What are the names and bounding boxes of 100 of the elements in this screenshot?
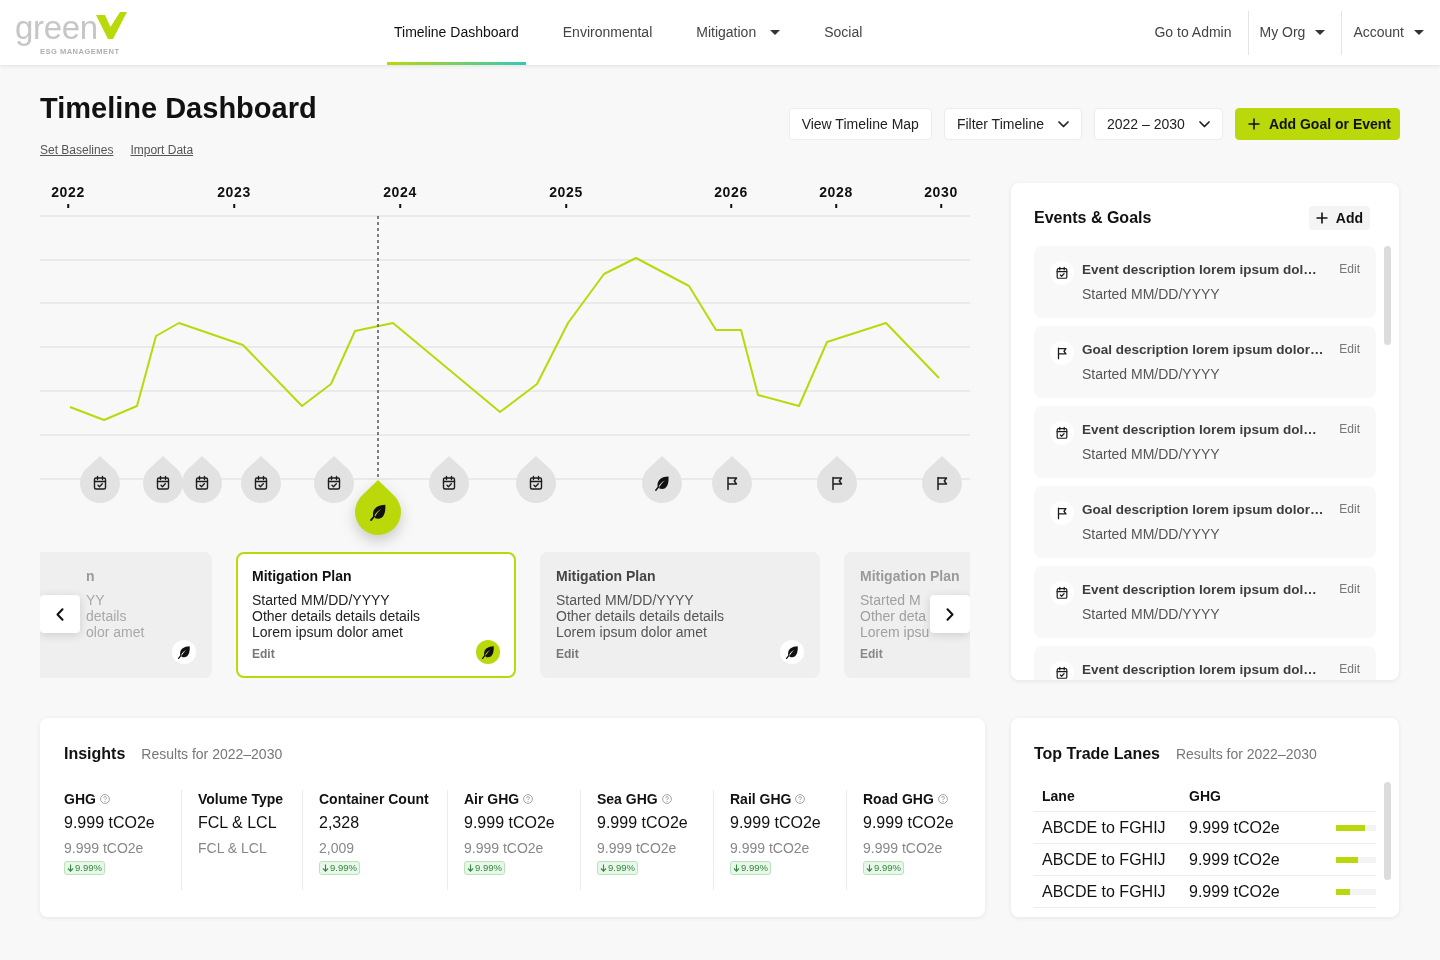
metric-value: 2,328	[319, 813, 361, 833]
nav-tab[interactable]: Social	[817, 0, 870, 65]
list-item-card[interactable]: Goal description lorem ipsum dolor… Started MM/DD/YYYY Edit	[1034, 486, 1376, 558]
edit-link[interactable]: Edit	[1339, 660, 1360, 678]
scrollbar-thumb[interactable]	[1384, 782, 1391, 880]
item-date: Started MM/DD/YYYY	[1082, 365, 1221, 384]
item-title: Event description lorem ipsum dol…	[1082, 421, 1318, 439]
calendar-check-icon	[1050, 661, 1074, 680]
list-item-card[interactable]: Goal description lorem ipsum dolor… Started MM/DD/YYYY Edit	[1034, 326, 1376, 398]
calendar-check-icon	[442, 475, 456, 490]
edit-link[interactable]: Edit	[1339, 580, 1360, 598]
leaf-icon	[172, 640, 196, 664]
column-header: Lane	[1041, 787, 1076, 806]
timeline-marker[interactable]	[642, 456, 682, 503]
ghg-value: 9.999 tCO2e	[1189, 882, 1280, 900]
previous-value: 9.999 tCO2e	[464, 839, 545, 857]
timeline-card[interactable]: Mitigation Plan Started MM/DD/YYYY Other details details details Lorem ipsum dolor amet Edit	[540, 552, 820, 678]
add-goal-button[interactable]: Add Goal or Event	[1234, 108, 1400, 140]
metric-value: 9.999 tCO2e	[597, 813, 689, 833]
previous-value: 9.999 tCO2e	[597, 839, 678, 857]
timeline-marker[interactable]	[143, 456, 183, 503]
nav-tab[interactable]: Environmental	[555, 0, 660, 65]
previous-button[interactable]	[40, 595, 80, 633]
change-value: 9.99%	[874, 862, 901, 874]
timeline-marker[interactable]	[241, 456, 281, 503]
edit-link[interactable]: Edit	[556, 647, 579, 661]
chevron-down-icon	[1198, 120, 1210, 128]
list-item-card[interactable]: Event description lorem ipsum dol… Edit	[1034, 646, 1376, 680]
timeline-marker[interactable]	[80, 456, 120, 503]
card-detail: YY	[86, 592, 105, 608]
card-title: Mitigation Plan	[556, 567, 656, 586]
leaf-icon	[476, 640, 500, 664]
timeline-marker[interactable]	[355, 480, 401, 535]
menu-dropdown[interactable]: My Org	[1259, 22, 1326, 43]
previous-value: 2,009	[319, 839, 356, 857]
item-title: Event description lorem ipsum dol…	[1082, 581, 1318, 599]
previous-value: FCL & LCL	[198, 839, 268, 857]
timeline-marker[interactable]	[314, 456, 354, 503]
timeline-marker[interactable]	[712, 456, 752, 503]
plus-icon	[1247, 118, 1260, 130]
year-label: 2023	[217, 185, 251, 208]
timeline-card[interactable]: Mitigation Plan Started MM/DD/YYYY Other details details details Lorem ipsum dolor amet Edit	[236, 552, 516, 678]
flag-icon	[1050, 341, 1074, 365]
dropdown-button[interactable]: 2022 – 2030	[1094, 108, 1223, 140]
previous-value: 9.999 tCO2e	[730, 839, 811, 857]
list-item-card[interactable]: Event description lorem ipsum dol… Started MM/DD/YYYY Edit	[1034, 566, 1376, 638]
edit-link[interactable]: Edit	[1339, 340, 1360, 358]
calendar-check-icon	[195, 475, 209, 490]
text-link[interactable]: Set Baselines	[40, 142, 114, 158]
list-item-card[interactable]: Event description lorem ipsum dol… Started MM/DD/YYYY Edit	[1034, 406, 1376, 478]
metric-value: 9.999 tCO2e	[730, 813, 822, 833]
change-value: 9.99%	[475, 862, 502, 874]
timeline-marker[interactable]	[922, 456, 962, 503]
edit-link[interactable]: Edit	[252, 647, 275, 661]
chevron-down-icon	[1058, 120, 1069, 128]
year-label: 2024	[383, 185, 417, 208]
chevron-right-icon	[946, 607, 954, 621]
item-date: Started MM/DD/YYYY	[1082, 605, 1221, 624]
metric-label: Volume Type	[198, 790, 284, 808]
year-label: 2028	[819, 185, 853, 208]
card-detail: Lorem ipsum dolor amet	[556, 624, 707, 640]
text-link[interactable]: Import Data	[130, 142, 194, 158]
edit-link[interactable]: Edit	[1339, 260, 1360, 278]
card-detail: details	[86, 608, 127, 624]
menu-link[interactable]: Go to Admin	[1154, 22, 1232, 43]
panel-title: Events & Goals	[1034, 208, 1152, 228]
year-label: 2026	[714, 185, 748, 208]
caret-icon	[1414, 30, 1424, 35]
metric-value: FCL & LCL	[198, 813, 278, 833]
metric-label: Road GHG	[863, 790, 934, 808]
flag-icon	[832, 476, 843, 491]
lane-name: ABCDE to FGHIJ	[1042, 818, 1166, 836]
item-title: Goal description lorem ipsum dolor…	[1082, 501, 1325, 519]
calendar-check-icon	[1050, 421, 1074, 445]
timeline-marker[interactable]	[516, 456, 556, 503]
map-button[interactable]: View Timeline Map	[788, 108, 932, 140]
calendar-check-icon	[254, 475, 268, 490]
chevron-left-icon	[56, 607, 64, 621]
metric-value: 9.999 tCO2e	[464, 813, 556, 833]
change-value: 9.99%	[608, 862, 635, 874]
menu-dropdown[interactable]: Account	[1353, 22, 1424, 43]
timeline-marker[interactable]	[817, 456, 857, 503]
timeline-marker[interactable]	[429, 456, 469, 503]
list-item-card[interactable]: Event description lorem ipsum dol… Started MM/DD/YYYY Edit	[1034, 246, 1376, 318]
edit-link[interactable]: Edit	[1339, 420, 1360, 438]
item-date: Started MM/DD/YYYY	[1082, 285, 1221, 304]
card-title: Mitigation Plan	[252, 567, 352, 586]
calendar-check-icon	[1050, 581, 1074, 605]
calendar-check-icon	[1050, 261, 1074, 285]
card-detail: Started MM/DD/YYYY	[252, 592, 390, 608]
nav-tab[interactable]: Mitigation	[689, 0, 788, 65]
scrollbar-thumb[interactable]	[1384, 246, 1391, 345]
next-button[interactable]	[930, 595, 970, 633]
add-button[interactable]: Add	[1308, 206, 1370, 230]
change-value: 9.99%	[741, 862, 768, 874]
lane-name: ABCDE to FGHIJ	[1042, 882, 1166, 900]
change-value: 9.99%	[330, 862, 357, 874]
timeline-marker[interactable]	[182, 456, 222, 503]
edit-link[interactable]: Edit	[1339, 500, 1360, 518]
dropdown-button[interactable]: Filter Timeline	[943, 108, 1082, 140]
